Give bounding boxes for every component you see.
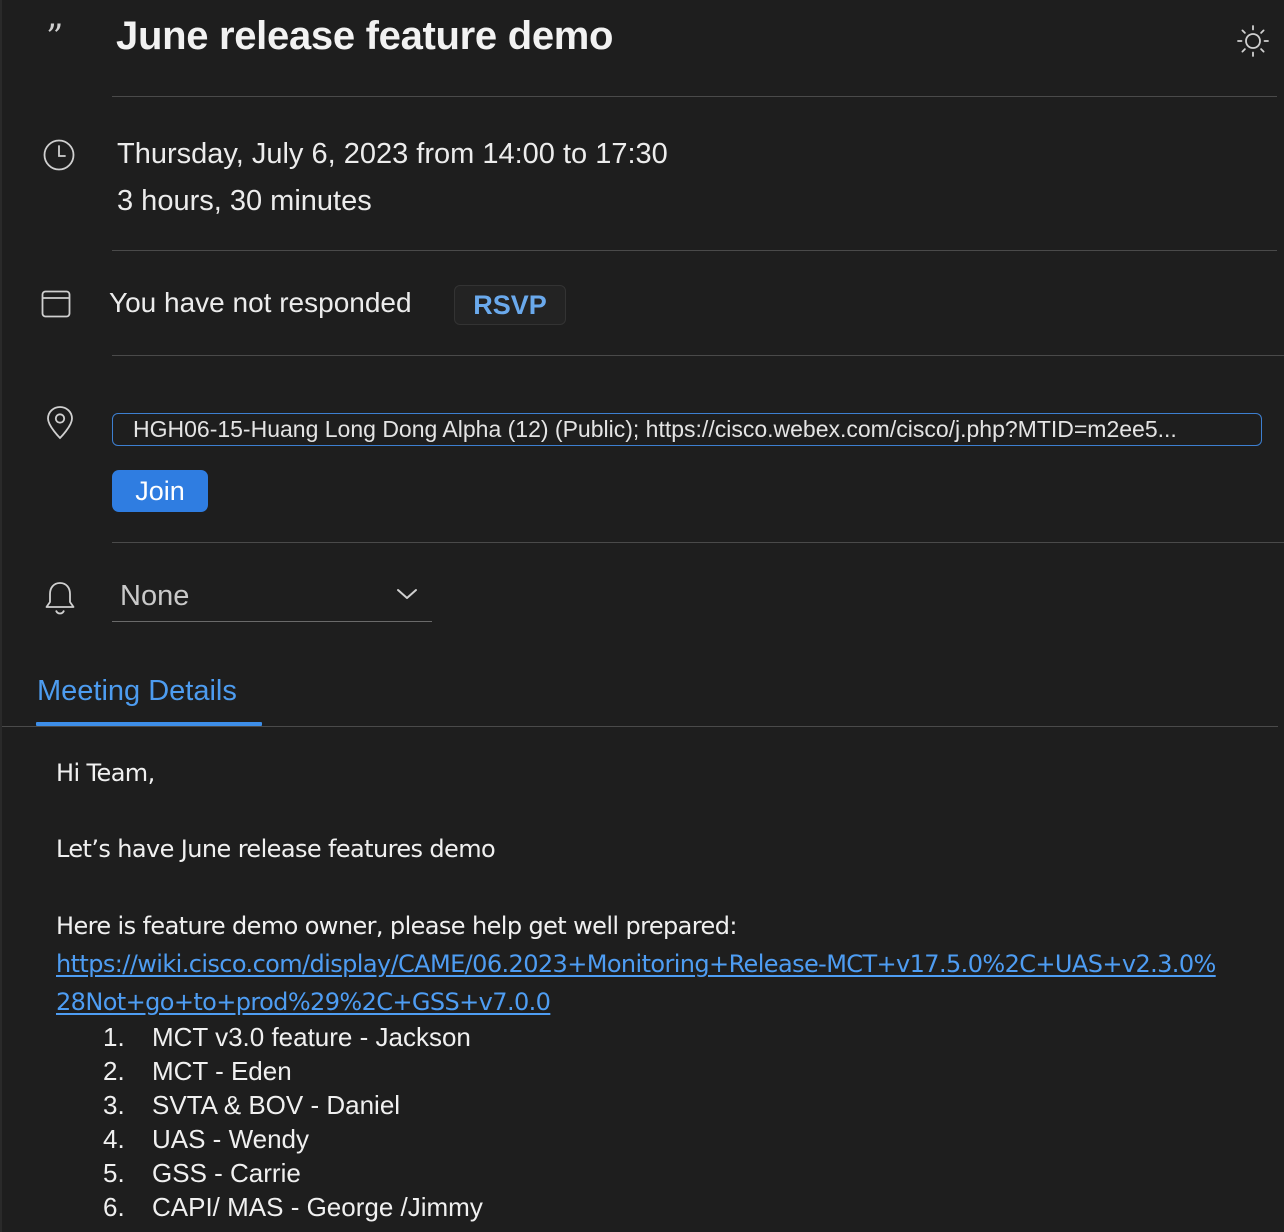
list-text: GSS - Carrie (152, 1158, 301, 1188)
clock-icon (42, 138, 76, 172)
rsvp-button[interactable]: RSVP (454, 285, 566, 325)
event-datetime: Thursday, July 6, 2023 from 14:00 to 17:… (117, 138, 668, 170)
location-pin-icon (44, 405, 76, 441)
calendar-icon (40, 288, 72, 320)
body-owner-line: Here is feature demo owner, please help … (56, 912, 737, 940)
list-item: 2. MCT - Eden (103, 1054, 292, 1088)
join-button[interactable]: Join (112, 470, 208, 512)
list-number: 6. (103, 1192, 125, 1222)
list-number: 5. (103, 1158, 125, 1188)
list-text: MCT - Eden (152, 1056, 292, 1086)
divider (112, 96, 1277, 97)
response-status: You have not responded (109, 287, 412, 318)
list-item: 4. UAS - Wendy (103, 1122, 309, 1156)
reminder-dropdown[interactable]: None (112, 572, 432, 622)
list-number: 4. (103, 1124, 125, 1154)
location-field[interactable]: HGH06-15-Huang Long Dong Alpha (12) (Pub… (112, 413, 1262, 446)
wiki-link-line1[interactable]: https://wiki.cisco.com/display/CAME/06.2… (56, 945, 1216, 983)
event-title: June release feature demo (116, 14, 614, 58)
chevron-down-icon (396, 587, 418, 601)
divider (112, 542, 1284, 543)
wiki-link-line2[interactable]: 28Not+go+to+prod%29%2C+GSS+v7.0.0 (56, 983, 551, 1021)
body-greeting: Hi Team, (56, 759, 155, 787)
quote-icon: ” (46, 17, 64, 57)
list-number: 1. (103, 1022, 125, 1052)
body-intro: Let’s have June release features demo (56, 835, 496, 863)
event-duration: 3 hours, 30 minutes (117, 185, 372, 217)
list-number: 3. (103, 1090, 125, 1120)
list-item: 5. GSS - Carrie (103, 1156, 301, 1190)
list-text: SVTA & BOV - Daniel (152, 1090, 401, 1120)
bell-icon (43, 580, 77, 616)
reminder-selected-value: None (120, 580, 190, 612)
tab-meeting-details[interactable]: Meeting Details (37, 672, 237, 710)
list-item: 3. SVTA & BOV - Daniel (103, 1088, 400, 1122)
list-item: 1. MCT v3.0 feature - Jackson (103, 1020, 471, 1054)
sun-icon[interactable] (1236, 24, 1270, 58)
list-text: MCT v3.0 feature - Jackson (152, 1022, 471, 1052)
divider (112, 250, 1277, 251)
event-detail-pane: ” June release feature demo Thursday, Ju… (0, 0, 1284, 1232)
divider (112, 355, 1284, 356)
list-number: 2. (103, 1056, 125, 1086)
list-item: 6. CAPI/ MAS - George /Jimmy (103, 1190, 483, 1224)
divider (2, 726, 1278, 727)
list-text: UAS - Wendy (152, 1124, 310, 1154)
list-text: CAPI/ MAS - George /Jimmy (152, 1192, 483, 1222)
